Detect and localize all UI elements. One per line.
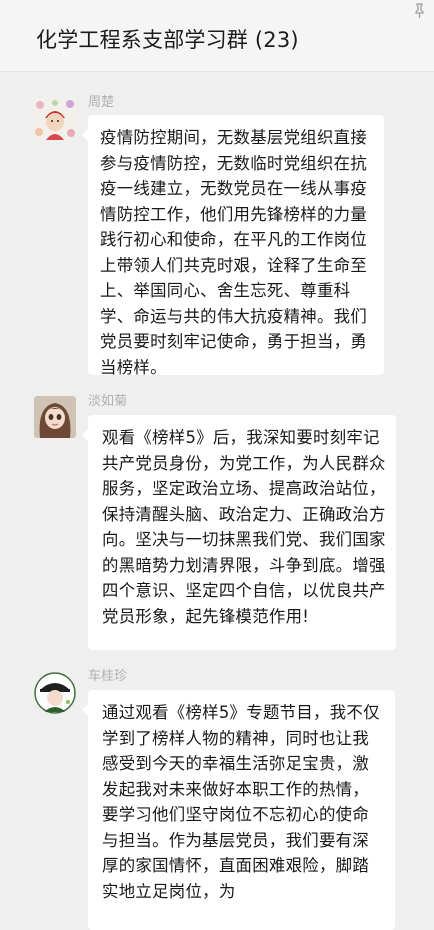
avatar[interactable] [34, 396, 76, 438]
avatar[interactable] [34, 672, 76, 714]
chat-message: 淡如菊 观看《榜样5》后，我深知要时刻牢记共产党员身份，为党工作，为人民群众服务… [0, 390, 434, 660]
message-bubble[interactable]: 通过观看《榜样5》专题节目，我不仅学到了榜样人物的精神，同时也让我感受到今天的幸… [82, 690, 395, 930]
pin-icon[interactable] [410, 2, 428, 20]
chat-message: 周楚 疫情防控期间，无数基层党组织直接参与疫情防控，无数临时党组织在抗疫一线建立… [0, 90, 434, 380]
chat-title: 化学工程系支部学习群 (23) [36, 28, 299, 52]
avatar[interactable] [34, 98, 76, 140]
sender-name: 周楚 [88, 95, 115, 110]
message-bubble[interactable]: 观看《榜样5》后，我深知要时刻牢记共产党员身份，为党工作，为人民群众服务，坚定政… [82, 415, 396, 650]
chat-header: 化学工程系支部学习群 (23) [0, 0, 434, 72]
message-bubble[interactable]: 疫情防控期间，无数基层党组织直接参与疫情防控，无数临时党组织在抗疫一线建立，无数… [82, 115, 384, 377]
chat-message: 车桂珍 通过观看《榜样5》专题节目，我不仅学到了榜样人物的精神，同时也让我感受到… [0, 664, 434, 930]
sender-name: 车桂珍 [88, 669, 128, 684]
sender-name: 淡如菊 [88, 394, 128, 409]
